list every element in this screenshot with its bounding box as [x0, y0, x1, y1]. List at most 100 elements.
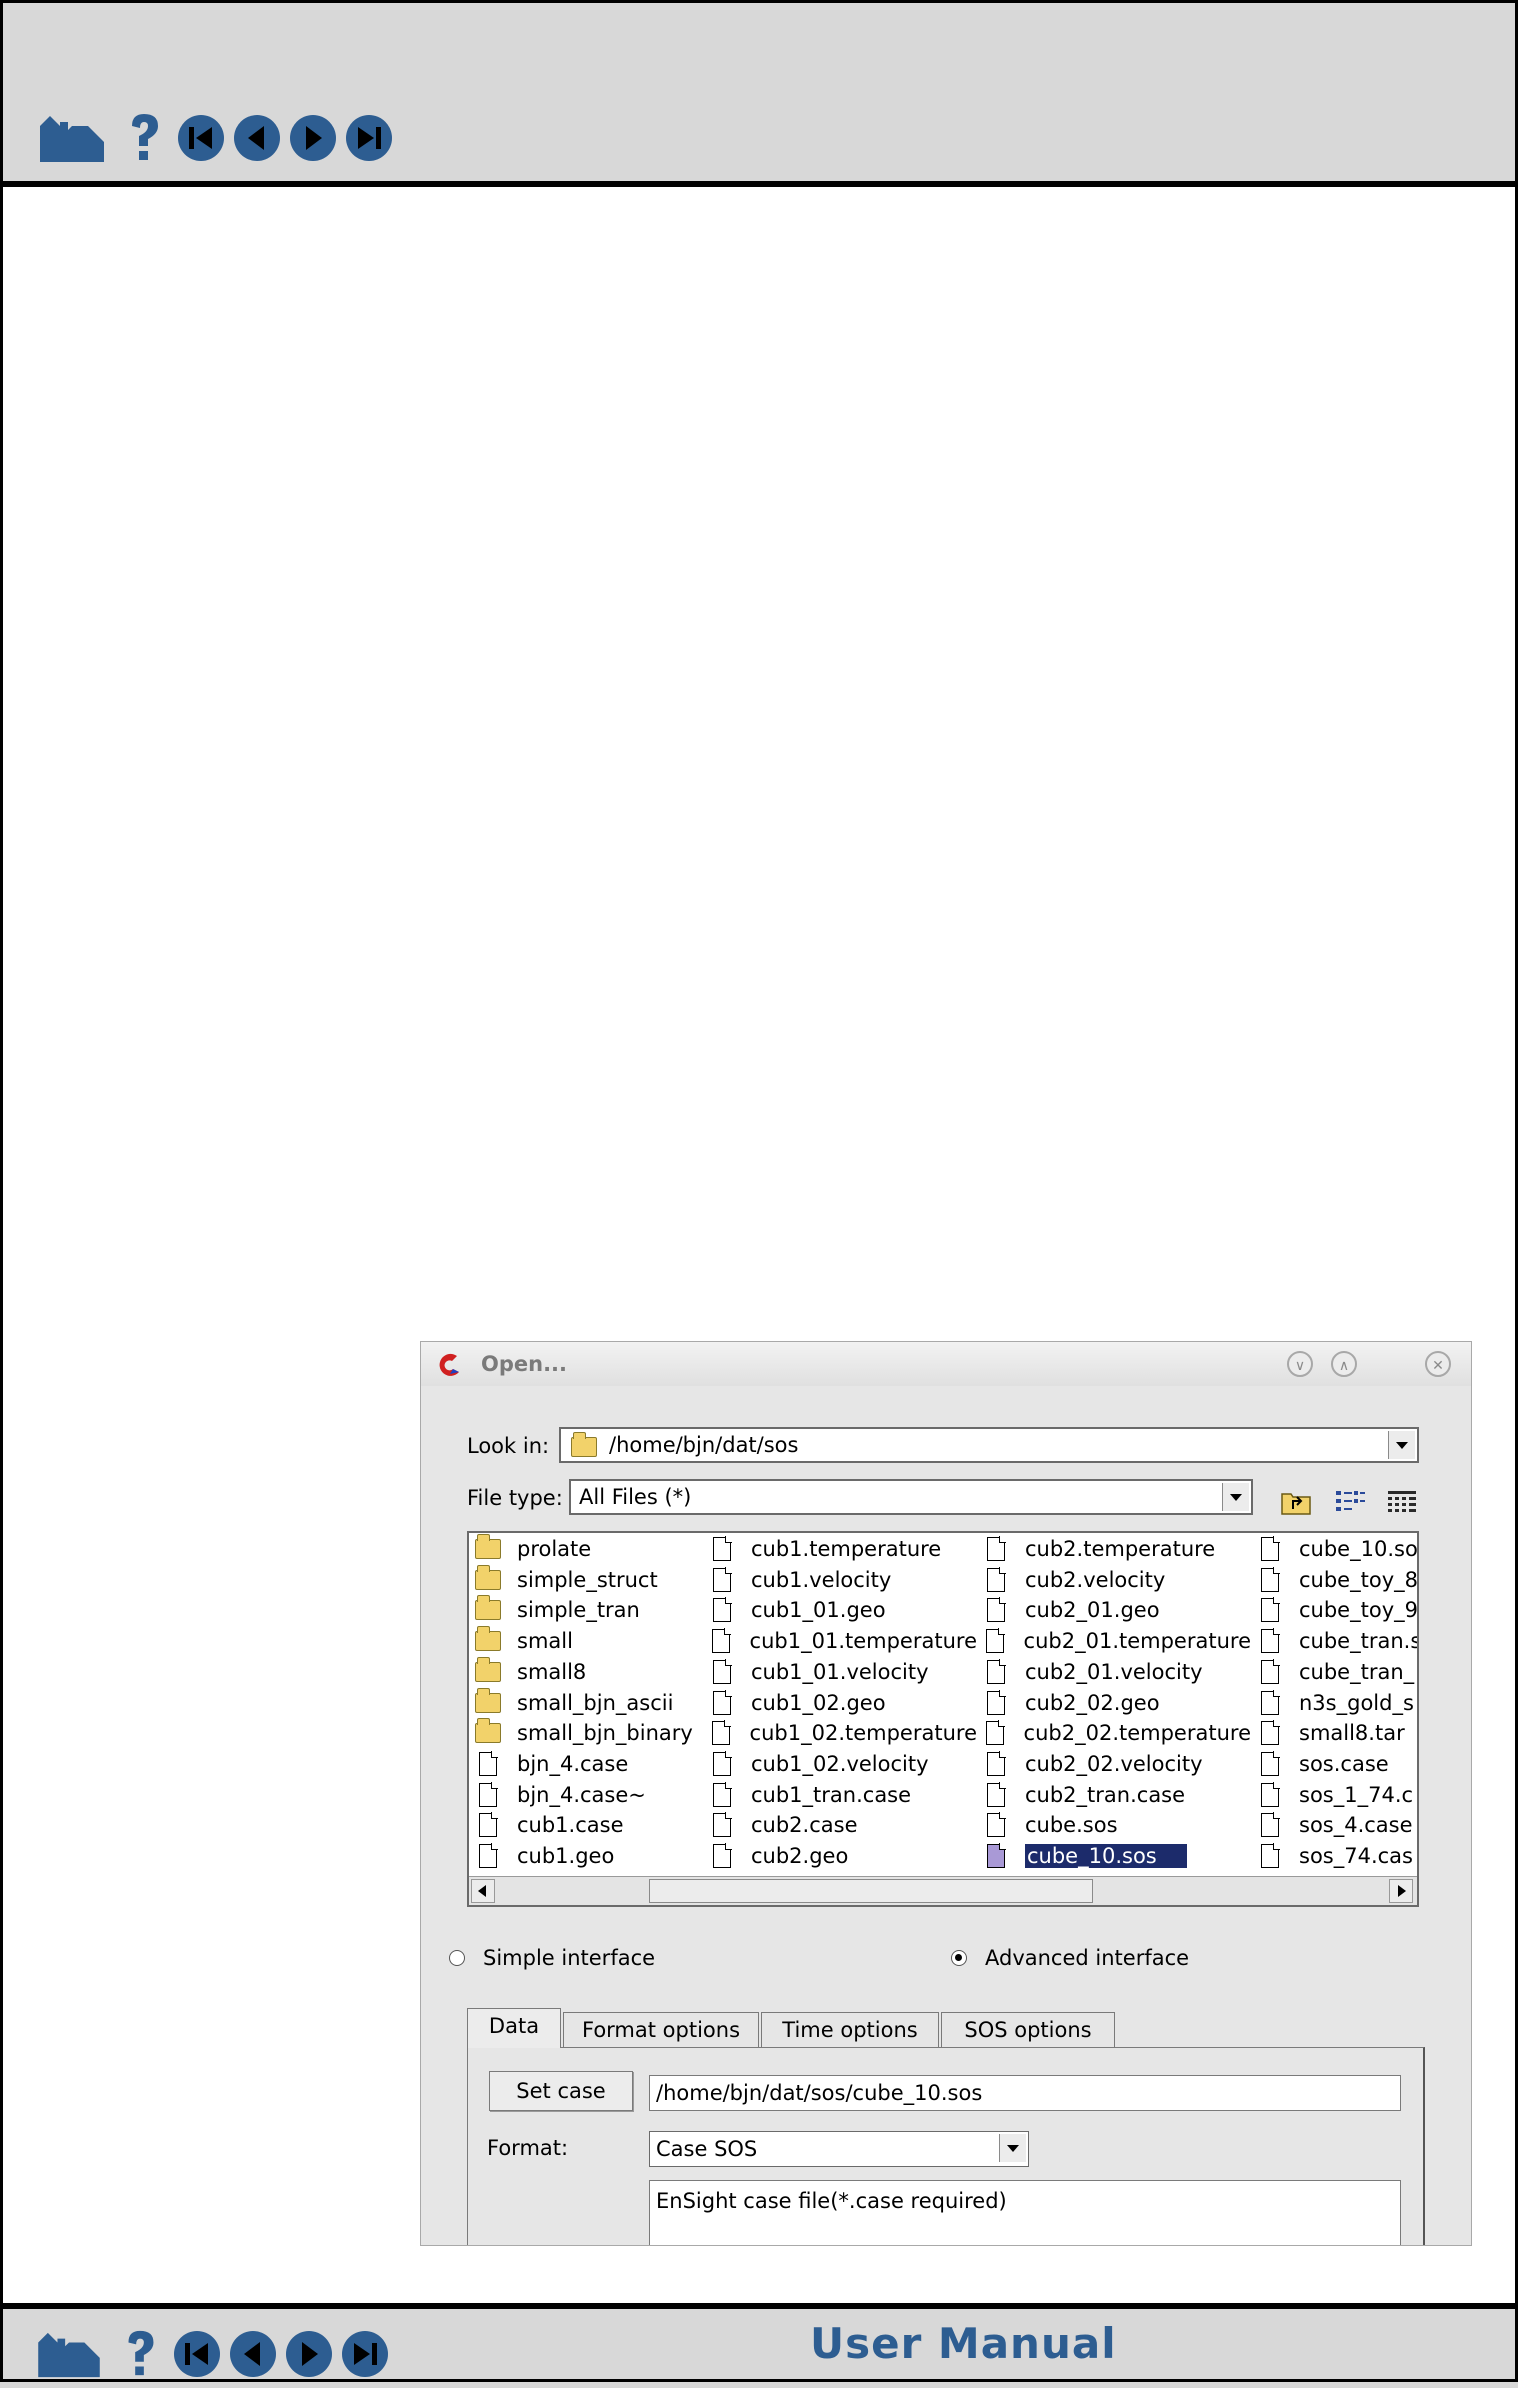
- file-item[interactable]: cub1_02.geo: [707, 1689, 977, 1717]
- file-item[interactable]: cub2_02.velocity: [981, 1750, 1251, 1778]
- folder-icon: [473, 1534, 503, 1559]
- folder-item[interactable]: small_bjn_ascii: [473, 1687, 743, 1717]
- detail-view-icon[interactable]: [1385, 1485, 1419, 1519]
- file-item[interactable]: cub1_02.temperature: [707, 1719, 977, 1747]
- folder-item[interactable]: small8: [473, 1656, 743, 1686]
- simple-interface-radio[interactable]: [449, 1950, 465, 1966]
- file-item[interactable]: cub1_02.velocity: [707, 1750, 977, 1778]
- file-icon: [1255, 1658, 1285, 1684]
- file-icon: [981, 1750, 1011, 1776]
- chevron-down-icon[interactable]: [1388, 1431, 1415, 1459]
- file-item[interactable]: cub1.case: [473, 1811, 743, 1839]
- file-item[interactable]: cub2.case: [707, 1811, 977, 1839]
- file-item[interactable]: cub2_01.velocity: [981, 1658, 1251, 1686]
- first-page-icon[interactable]: [172, 2329, 222, 2379]
- file-item[interactable]: bjn_4.case: [473, 1750, 743, 1778]
- advanced-interface-label: Advanced interface: [985, 1946, 1190, 1970]
- next-page-icon[interactable]: [284, 2329, 334, 2379]
- set-case-button[interactable]: Set case: [489, 2071, 633, 2111]
- file-item[interactable]: cub2.velocity: [981, 1566, 1251, 1594]
- parent-folder-icon[interactable]: [1279, 1485, 1313, 1519]
- file-item[interactable]: cub1_tran.case: [707, 1781, 977, 1809]
- header-nav: [38, 112, 400, 164]
- file-item[interactable]: sos_1_74.c: [1255, 1781, 1417, 1809]
- file-item-label: cub1_01.geo: [751, 1598, 886, 1623]
- set-case-path-field[interactable]: /home/bjn/dat/sos/cube_10.sos: [649, 2075, 1401, 2111]
- tab-format-options[interactable]: Format options: [563, 2012, 759, 2048]
- scroll-right-icon[interactable]: [1389, 1879, 1413, 1903]
- folder-item[interactable]: simple_struct: [473, 1564, 743, 1594]
- file-item[interactable]: cube_toy_9: [1255, 1596, 1417, 1624]
- file-item[interactable]: cube_tran.s: [1255, 1627, 1417, 1655]
- dialog-title: Open...: [481, 1352, 568, 1376]
- close-icon[interactable]: ✕: [1425, 1351, 1451, 1377]
- file-icon: [981, 1720, 1010, 1746]
- folder-item[interactable]: small: [473, 1626, 743, 1655]
- format-combo[interactable]: Case SOS: [649, 2131, 1029, 2167]
- file-item[interactable]: cub1_01.geo: [707, 1596, 977, 1624]
- first-page-icon[interactable]: [176, 113, 226, 163]
- file-item[interactable]: cube_toy_8: [1255, 1566, 1417, 1594]
- file-item[interactable]: cub2.geo: [707, 1842, 977, 1870]
- maximize-icon[interactable]: ∧: [1331, 1351, 1357, 1377]
- file-item[interactable]: small8.tar: [1255, 1719, 1417, 1747]
- last-page-icon[interactable]: [344, 113, 394, 163]
- file-item[interactable]: cub2_02.temperature: [981, 1719, 1251, 1747]
- scrollbar-thumb[interactable]: [649, 1879, 1093, 1903]
- advanced-interface-radio[interactable]: [951, 1950, 967, 1966]
- file-item[interactable]: cub2_01.temperature: [981, 1627, 1251, 1655]
- folder-item[interactable]: simple_tran: [473, 1595, 743, 1624]
- home-icon[interactable]: [38, 112, 106, 164]
- file-item[interactable]: n3s_gold_s: [1255, 1689, 1417, 1717]
- previous-page-icon[interactable]: [232, 113, 282, 163]
- help-icon[interactable]: [122, 2329, 158, 2379]
- scroll-left-icon[interactable]: [471, 1879, 495, 1903]
- footer-bar: User Manual: [0, 2303, 1518, 2388]
- file-item-label: cub1_02.velocity: [751, 1751, 929, 1776]
- file-item[interactable]: sos.case: [1255, 1750, 1417, 1778]
- file-item[interactable]: sos_74.cas: [1255, 1842, 1417, 1870]
- file-item[interactable]: cub1.temperature: [707, 1535, 977, 1563]
- file-item[interactable]: cub2_02.geo: [981, 1689, 1251, 1717]
- look-in-combo[interactable]: /home/bjn/dat/sos: [559, 1427, 1419, 1463]
- folder-item[interactable]: prolate: [473, 1534, 743, 1563]
- file-item[interactable]: cube_10.sos: [981, 1842, 1251, 1870]
- file-item[interactable]: sos_4.case: [1255, 1811, 1417, 1839]
- file-icon: [1255, 1597, 1285, 1623]
- file-item[interactable]: cub2_tran.case: [981, 1781, 1251, 1809]
- file-item[interactable]: cub1.velocity: [707, 1566, 977, 1594]
- file-item[interactable]: cub2.temperature: [981, 1535, 1251, 1563]
- list-view-icon[interactable]: [1333, 1485, 1367, 1519]
- chevron-down-icon[interactable]: [1222, 1483, 1249, 1511]
- file-list[interactable]: prolate simple_struct simple_tran small smal…: [467, 1531, 1419, 1907]
- file-item[interactable]: cub1.geo: [473, 1842, 743, 1870]
- file-item[interactable]: cub1_01.temperature: [707, 1627, 977, 1655]
- file-item[interactable]: cub1_01.velocity: [707, 1658, 977, 1686]
- help-icon[interactable]: [126, 112, 162, 164]
- dialog-titlebar[interactable]: Open... ∨ ∧ ✕: [421, 1342, 1471, 1386]
- tab-time-options[interactable]: Time options: [761, 2012, 939, 2048]
- tab-sos-options[interactable]: SOS options: [941, 2012, 1115, 2048]
- file-icon: [707, 1781, 737, 1807]
- file-item[interactable]: bjn_4.case~: [473, 1781, 743, 1809]
- horizontal-scrollbar[interactable]: [469, 1876, 1417, 1905]
- file-item[interactable]: cube.sos: [981, 1811, 1251, 1839]
- file-item[interactable]: cube_10.sos: [1255, 1535, 1417, 1563]
- file-icon: [707, 1566, 737, 1592]
- file-type-combo[interactable]: All Files (*): [569, 1479, 1253, 1515]
- file-item-label: simple_tran: [517, 1598, 640, 1623]
- file-item[interactable]: cube_tran_: [1255, 1658, 1417, 1686]
- file-item[interactable]: cub2_01.geo: [981, 1596, 1251, 1624]
- folder-item[interactable]: small_bjn_binary: [473, 1718, 743, 1747]
- file-icon: [707, 1536, 737, 1561]
- last-page-icon[interactable]: [340, 2329, 390, 2379]
- file-item-label: cub2_01.geo: [1025, 1598, 1160, 1623]
- home-icon[interactable]: [36, 2329, 102, 2379]
- folder-icon: [473, 1718, 503, 1744]
- file-icon: [707, 1689, 737, 1715]
- next-page-icon[interactable]: [288, 113, 338, 163]
- minimize-icon[interactable]: ∨: [1287, 1351, 1313, 1377]
- chevron-down-icon[interactable]: [999, 2134, 1026, 2162]
- previous-page-icon[interactable]: [228, 2329, 278, 2379]
- tab-data[interactable]: Data: [467, 2008, 561, 2048]
